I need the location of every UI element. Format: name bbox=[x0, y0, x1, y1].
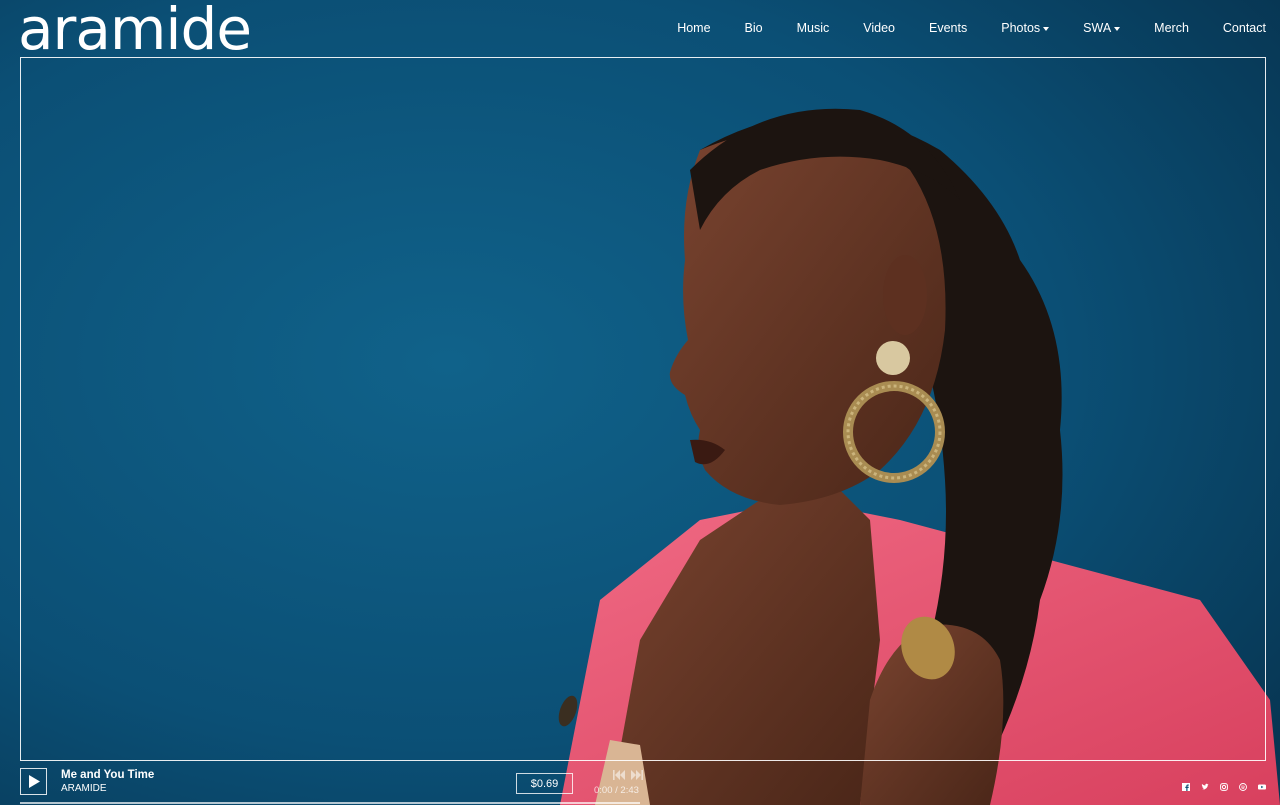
nav-swa-label: SWA bbox=[1083, 21, 1112, 35]
chevron-down-icon bbox=[1043, 26, 1050, 31]
nav-music-label: Music bbox=[796, 21, 830, 35]
hero-photo bbox=[0, 0, 1280, 805]
chevron-down-icon bbox=[1114, 26, 1121, 31]
nav-merch[interactable]: Merch bbox=[1137, 19, 1206, 37]
nav-video-label: Video bbox=[863, 21, 896, 35]
site-logo[interactable]: aramide bbox=[18, 0, 252, 58]
time-total: 2:43 bbox=[620, 785, 639, 796]
instagram-icon[interactable] bbox=[1220, 783, 1228, 791]
nav-video[interactable]: Video bbox=[846, 19, 912, 37]
page: aramide Home Bio Music Video Events Phot… bbox=[0, 0, 1280, 805]
previous-track-button[interactable] bbox=[613, 767, 625, 785]
skip-forward-icon bbox=[631, 770, 643, 780]
nav-photos-label: Photos bbox=[1001, 21, 1041, 35]
nav-home[interactable]: Home bbox=[660, 19, 727, 37]
nav-events[interactable]: Events bbox=[912, 19, 984, 37]
social-links bbox=[1182, 783, 1266, 791]
play-icon bbox=[28, 775, 40, 788]
nav-contact-label: Contact bbox=[1222, 21, 1266, 35]
nav-music[interactable]: Music bbox=[780, 19, 847, 37]
next-track-button[interactable] bbox=[631, 767, 643, 785]
nav-events-label: Events bbox=[929, 21, 968, 35]
twitter-icon[interactable] bbox=[1201, 783, 1209, 791]
nav-bio-label: Bio bbox=[744, 21, 763, 35]
nav-bio[interactable]: Bio bbox=[728, 19, 780, 37]
main-nav: Home Bio Music Video Events Photos SWA M… bbox=[660, 19, 1266, 37]
play-button[interactable] bbox=[20, 768, 47, 795]
nav-photos[interactable]: Photos bbox=[984, 19, 1066, 37]
track-artist: ARAMIDE bbox=[61, 783, 107, 794]
spotify-icon[interactable] bbox=[1239, 783, 1247, 791]
facebook-icon[interactable] bbox=[1182, 783, 1190, 791]
time-current: 0:00 bbox=[594, 785, 613, 796]
progress-bar[interactable] bbox=[20, 802, 640, 804]
buy-price-button[interactable]: $0.69 bbox=[516, 773, 573, 794]
track-time: 0:00 / 2:43 bbox=[594, 785, 639, 796]
nav-contact[interactable]: Contact bbox=[1206, 19, 1266, 37]
nav-merch-label: Merch bbox=[1154, 21, 1189, 35]
skip-back-icon bbox=[613, 770, 625, 780]
audio-player: Me and You Time ARAMIDE $0.69 0:00 / 2:4… bbox=[0, 762, 1280, 805]
track-title: Me and You Time bbox=[61, 769, 155, 781]
nav-swa[interactable]: SWA bbox=[1066, 19, 1137, 37]
nav-home-label: Home bbox=[677, 21, 711, 35]
youtube-icon[interactable] bbox=[1258, 783, 1266, 791]
